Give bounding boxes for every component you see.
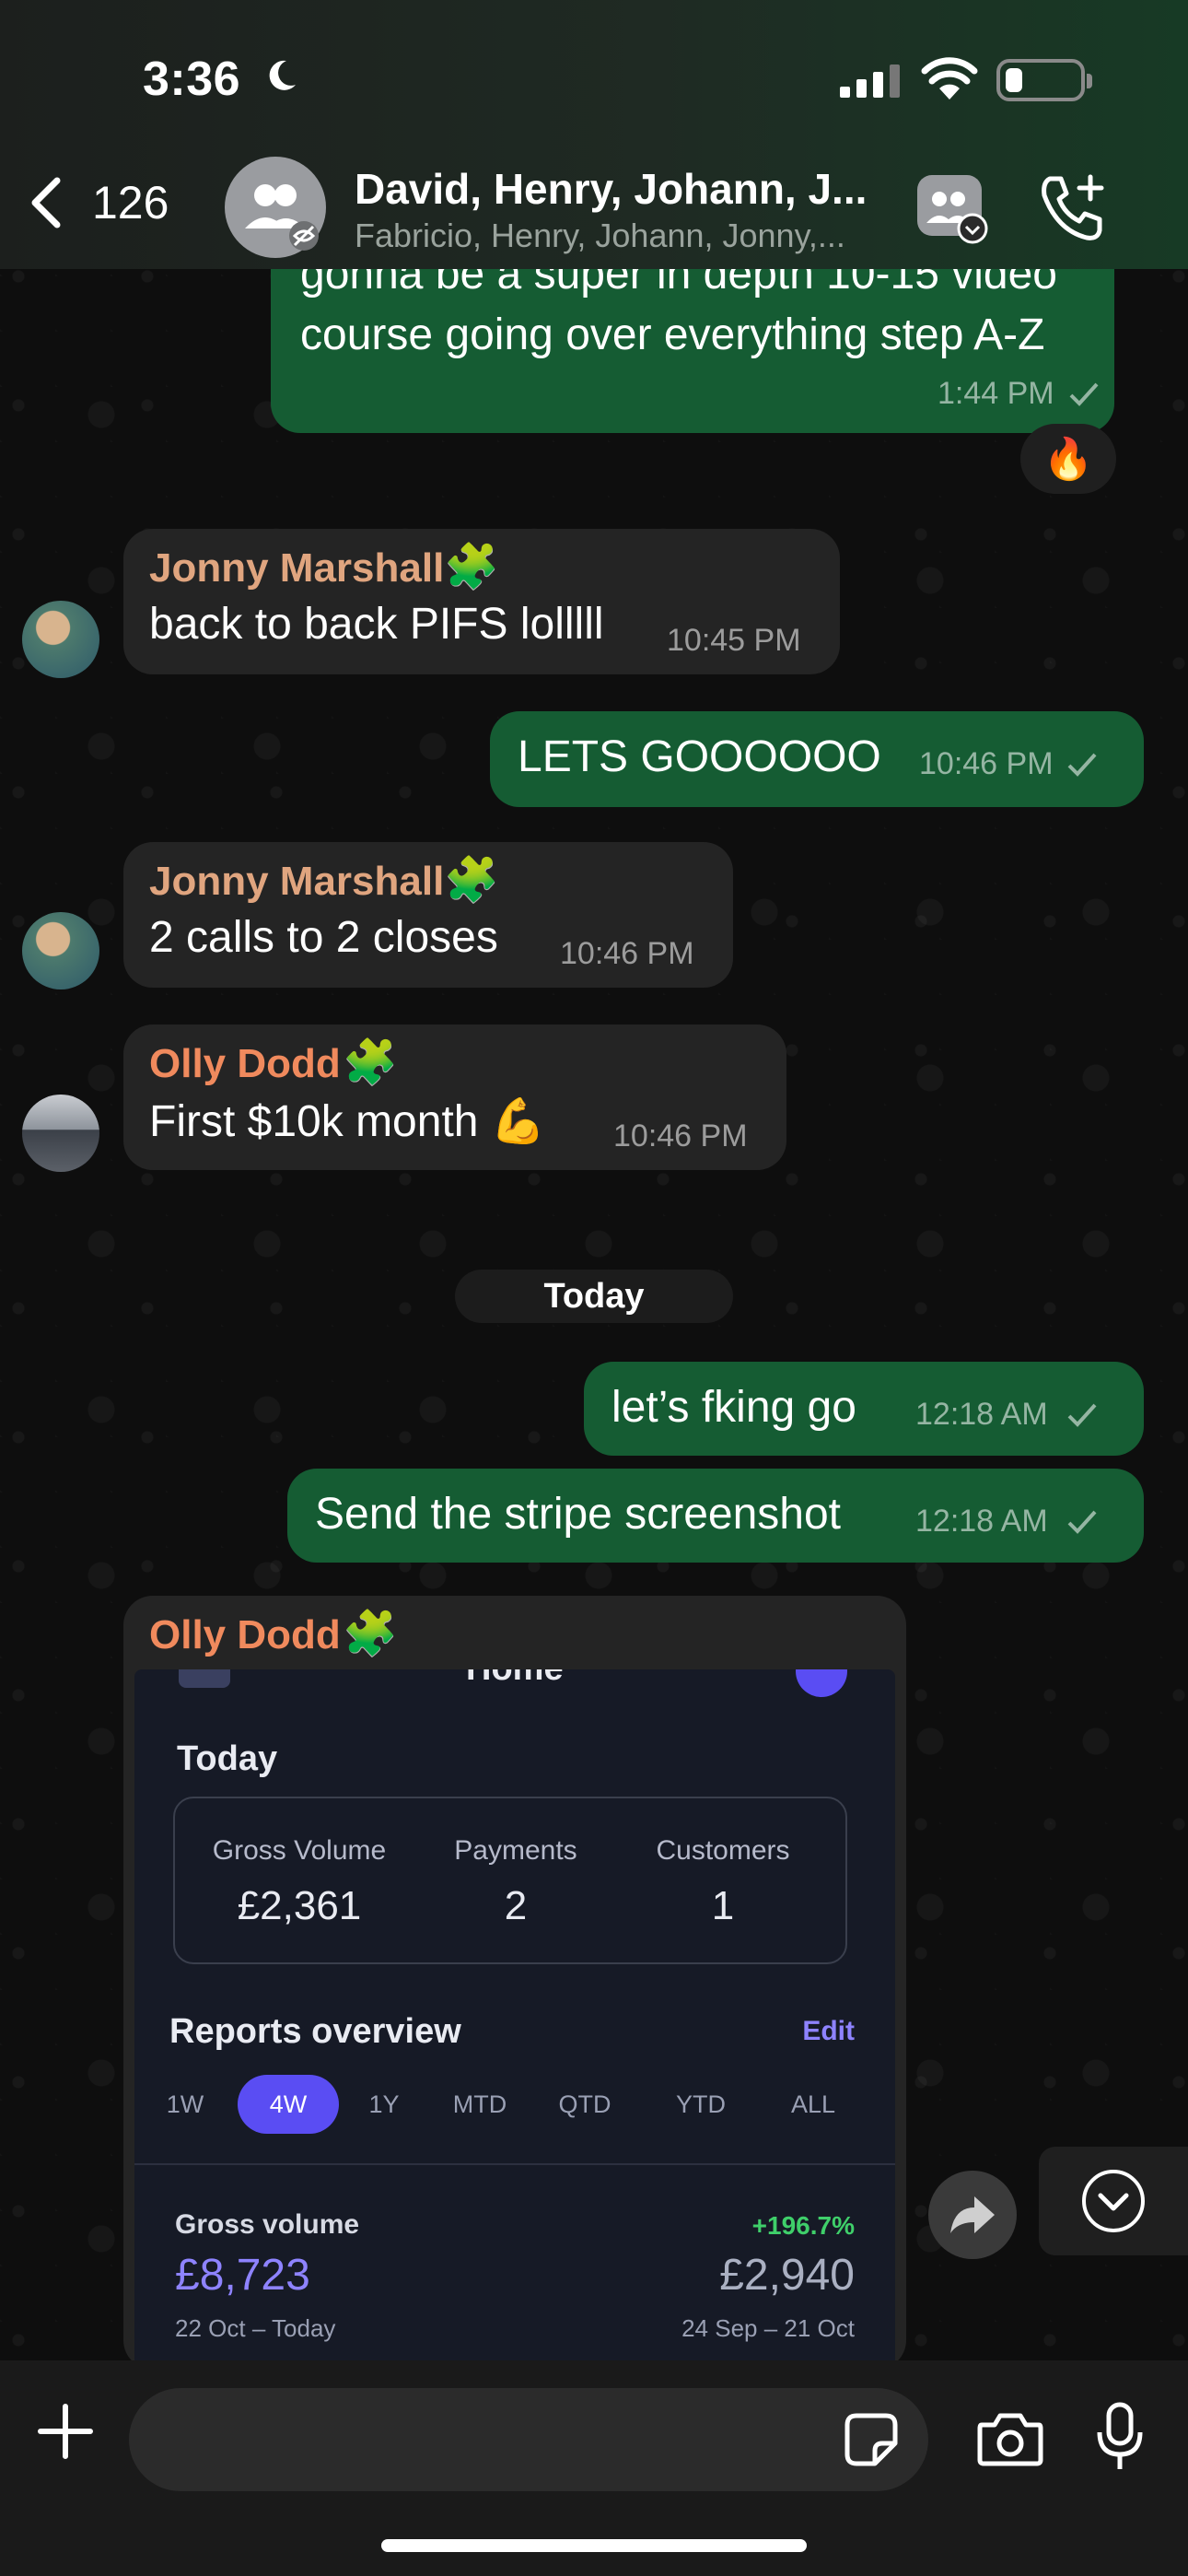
message-incoming[interactable]: Jonny Marshall 🧩 back to back PIFS lolll…: [123, 529, 840, 674]
message-incoming[interactable]: Olly Dodd 🧩 First $10k month 💪 10:46 PM: [123, 1025, 786, 1170]
message-text: course going over everything step A-Z: [300, 310, 1045, 359]
message-text: 2 calls to 2 closes: [149, 913, 498, 962]
message-outgoing[interactable]: Send the stripe screenshot 12:18 AM: [287, 1469, 1144, 1563]
range-1w: 1W: [166, 2090, 204, 2118]
stripe-today-label: Today: [177, 1739, 278, 1778]
forward-button[interactable]: [928, 2171, 1017, 2259]
range-1y: 1Y: [368, 2090, 400, 2118]
signal-icon: [840, 64, 900, 98]
check-icon: [1067, 753, 1097, 777]
check-icon: [1069, 382, 1099, 406]
stat-value: £2,361: [237, 1883, 362, 1928]
message-incoming[interactable]: Jonny Marshall 🧩 2 calls to 2 closes 10:…: [123, 842, 733, 988]
previous-period: 24 Sep – 21 Oct: [681, 2314, 855, 2342]
message-outgoing[interactable]: let’s fking go 12:18 AM: [584, 1362, 1144, 1456]
message-time: 10:45 PM: [667, 623, 801, 658]
home-indicator: [381, 2539, 807, 2552]
sender-badge-icon: 🧩: [343, 1610, 398, 1658]
sender-name[interactable]: Jonny Marshall: [149, 859, 444, 905]
sender-badge-icon: 🧩: [444, 543, 499, 591]
stat-gross-volume: Gross Volume £2,361: [212, 1835, 387, 1929]
message-text: Send the stripe screenshot: [315, 1490, 842, 1539]
status-time: 3:36: [143, 53, 241, 106]
check-icon: [1067, 1510, 1097, 1534]
fire-reaction: 🔥: [1042, 437, 1094, 482]
avatar[interactable]: [22, 601, 99, 678]
message-time: 12:18 AM: [915, 1397, 1048, 1432]
previous-volume: £2,940: [719, 2251, 855, 2300]
sender-name[interactable]: Olly Dodd: [149, 1041, 341, 1087]
avatar[interactable]: [22, 912, 99, 989]
back-button[interactable]: 126: [28, 175, 169, 230]
current-volume: £8,723: [175, 2251, 310, 2300]
message-time: 1:44 PM: [938, 376, 1054, 411]
sticker-icon[interactable]: [844, 2412, 899, 2467]
stat-value: 2: [504, 1883, 528, 1928]
message-time: 10:46 PM: [560, 936, 694, 971]
range-ytd: YTD: [676, 2090, 726, 2118]
scroll-down-button[interactable]: [1039, 2147, 1188, 2255]
message-time: 10:46 PM: [613, 1118, 748, 1153]
stripe-today-stats: Gross Volume £2,361 Payments 2 Customers…: [173, 1797, 847, 1964]
change-percent: +196.7%: [751, 2211, 855, 2240]
camera-icon[interactable]: [976, 2410, 1044, 2467]
stat-payments: Payments 2: [442, 1835, 589, 1929]
stripe-home-title: Home: [466, 1669, 564, 1689]
battery-icon: [996, 59, 1092, 101]
message-text: back to back PIFS lolllll: [149, 600, 604, 649]
gross-volume-label: Gross volume: [175, 2209, 360, 2240]
plus-icon[interactable]: [35, 2401, 96, 2462]
chat-header: 3:36 126 David, Henry, Johann, J... Fabr…: [0, 0, 1188, 269]
range-mtd: MTD: [452, 2090, 507, 2118]
mic-icon[interactable]: [1096, 2401, 1144, 2475]
stat-label: Gross Volume: [212, 1835, 387, 1866]
message-text: LETS GOOOOOO: [518, 732, 881, 781]
message-time: 12:18 AM: [915, 1504, 1048, 1539]
sender-badge-icon: 🧩: [343, 1038, 398, 1087]
range-4w: 4W: [238, 2075, 339, 2134]
unread-count: 126: [92, 177, 169, 228]
wifi-icon: [921, 57, 978, 100]
sender-badge-icon: 🧩: [444, 856, 499, 905]
add-call-icon[interactable]: [1037, 171, 1111, 245]
forward-icon: [950, 2196, 995, 2233]
group-avatar-icon: [245, 184, 319, 251]
chat-participants[interactable]: Fabricio, Henry, Johann, Jonny,...: [355, 217, 845, 255]
stripe-edit-link: Edit: [802, 2016, 855, 2046]
moon-icon: [269, 60, 296, 90]
group-info-icon[interactable]: [915, 171, 989, 245]
stripe-reports-overview: Reports overview: [169, 2012, 461, 2051]
scroll-down-icon: [1082, 2170, 1145, 2232]
stripe-screenshot-image[interactable]: Home Today Gross Volume £2,361 Payments …: [134, 1669, 895, 2360]
stat-customers: Customers 1: [645, 1835, 801, 1929]
sender-name[interactable]: Jonny Marshall: [149, 545, 444, 591]
range-all: ALL: [790, 2090, 836, 2118]
back-chevron-icon: [31, 177, 61, 228]
current-period: 22 Oct – Today: [175, 2314, 336, 2342]
stripe-add-icon: [796, 1669, 847, 1697]
group-avatar[interactable]: [225, 157, 326, 258]
date-separator: Today: [455, 1270, 733, 1323]
check-icon: [1067, 1403, 1097, 1427]
message-time: 10:46 PM: [919, 746, 1054, 781]
stat-value: 1: [711, 1883, 735, 1928]
avatar[interactable]: [22, 1095, 99, 1172]
range-qtd: QTD: [558, 2090, 611, 2118]
chat-title[interactable]: David, Henry, Johann, J...: [355, 164, 867, 214]
sender-name[interactable]: Olly Dodd: [149, 1612, 341, 1658]
message-text: First $10k month 💪: [149, 1097, 546, 1146]
message-outgoing[interactable]: LETS GOOOOOO 10:46 PM: [490, 711, 1144, 807]
stat-label: Payments: [454, 1835, 577, 1866]
divider: [134, 2163, 895, 2165]
stat-label: Customers: [656, 1835, 790, 1866]
message-text: let’s fking go: [611, 1383, 856, 1432]
message-input[interactable]: [129, 2388, 928, 2491]
reaction-badge[interactable]: 🔥: [1020, 424, 1116, 494]
stripe-menu-icon: [179, 1669, 230, 1688]
